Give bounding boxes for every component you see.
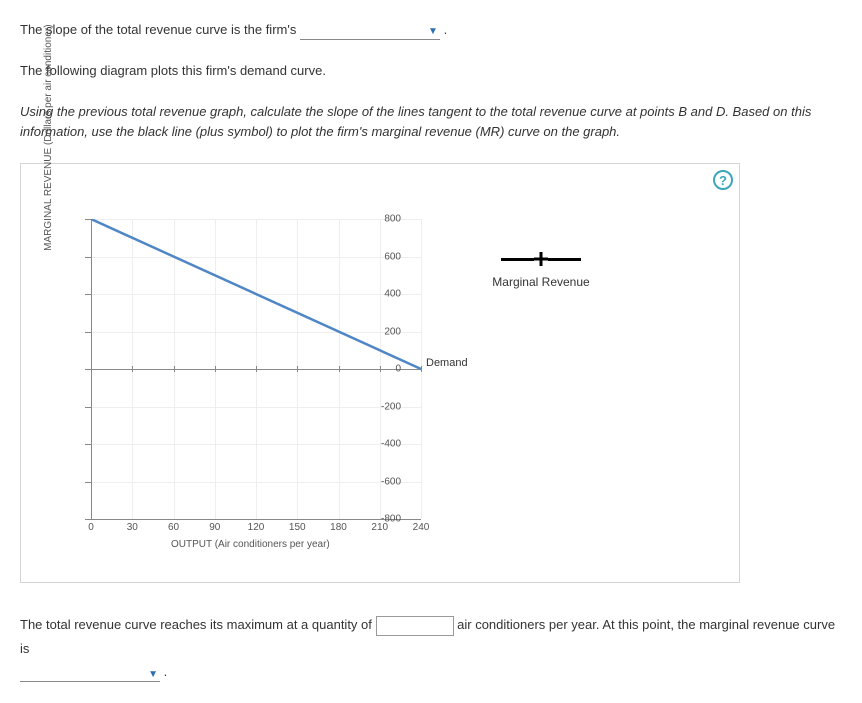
y-tick-label: 400 bbox=[384, 289, 401, 300]
y-tick-label: 600 bbox=[384, 251, 401, 262]
demand-line-svg bbox=[91, 219, 421, 519]
x-tick-label: 150 bbox=[289, 522, 306, 533]
x-tick-label: 120 bbox=[248, 522, 265, 533]
x-axis-bottom bbox=[91, 519, 421, 520]
x-tick-label: 180 bbox=[330, 522, 347, 533]
y-tick bbox=[85, 519, 91, 520]
y-tick-label: -600 bbox=[381, 476, 401, 487]
footer-question: The total revenue curve reaches its maxi… bbox=[20, 613, 842, 683]
legend-label: Marginal Revenue bbox=[481, 275, 601, 289]
legend-marginal-revenue[interactable]: Marginal Revenue bbox=[481, 249, 601, 289]
question-2: The following diagram plots this firm's … bbox=[20, 61, 842, 82]
x-tick-label: 30 bbox=[127, 522, 138, 533]
footer-pre: The total revenue curve reaches its maxi… bbox=[20, 617, 376, 632]
dropdown-slope-answer[interactable]: ▼ bbox=[300, 22, 440, 40]
x-tick bbox=[421, 366, 422, 372]
help-icon[interactable]: ? bbox=[713, 170, 733, 190]
demand-series-label: Demand bbox=[426, 357, 468, 369]
chevron-down-icon: ▼ bbox=[148, 666, 158, 684]
quantity-input[interactable] bbox=[376, 616, 454, 636]
y-tick-label: 800 bbox=[384, 214, 401, 225]
y-tick-label: 200 bbox=[384, 326, 401, 337]
x-tick-label: 90 bbox=[209, 522, 220, 533]
y-axis-title: MARGINAL REVENUE (Dollars per air condit… bbox=[43, 25, 54, 251]
chevron-down-icon: ▼ bbox=[428, 24, 438, 40]
question-1-pre: The slope of the total revenue curve is … bbox=[20, 22, 300, 37]
plus-marker-icon bbox=[481, 249, 601, 269]
x-tick-label: 210 bbox=[371, 522, 388, 533]
x-tick-label: 240 bbox=[413, 522, 430, 533]
question-1: The slope of the total revenue curve is … bbox=[20, 20, 842, 41]
y-tick-label: -200 bbox=[381, 401, 401, 412]
question-1-post: . bbox=[444, 22, 448, 37]
dropdown-mr-answer[interactable]: ▼ bbox=[20, 664, 160, 682]
footer-post: . bbox=[164, 664, 168, 679]
chart-plot-area[interactable]: Demand bbox=[91, 219, 421, 519]
x-tick-label: 0 bbox=[88, 522, 94, 533]
y-tick-label: -400 bbox=[381, 439, 401, 450]
y-tick-label: 0 bbox=[395, 364, 401, 375]
graph-panel[interactable]: ? bbox=[20, 163, 740, 583]
x-axis-title: OUTPUT (Air conditioners per year) bbox=[171, 539, 330, 550]
instruction-text: Using the previous total revenue graph, … bbox=[20, 102, 842, 144]
x-tick-label: 60 bbox=[168, 522, 179, 533]
